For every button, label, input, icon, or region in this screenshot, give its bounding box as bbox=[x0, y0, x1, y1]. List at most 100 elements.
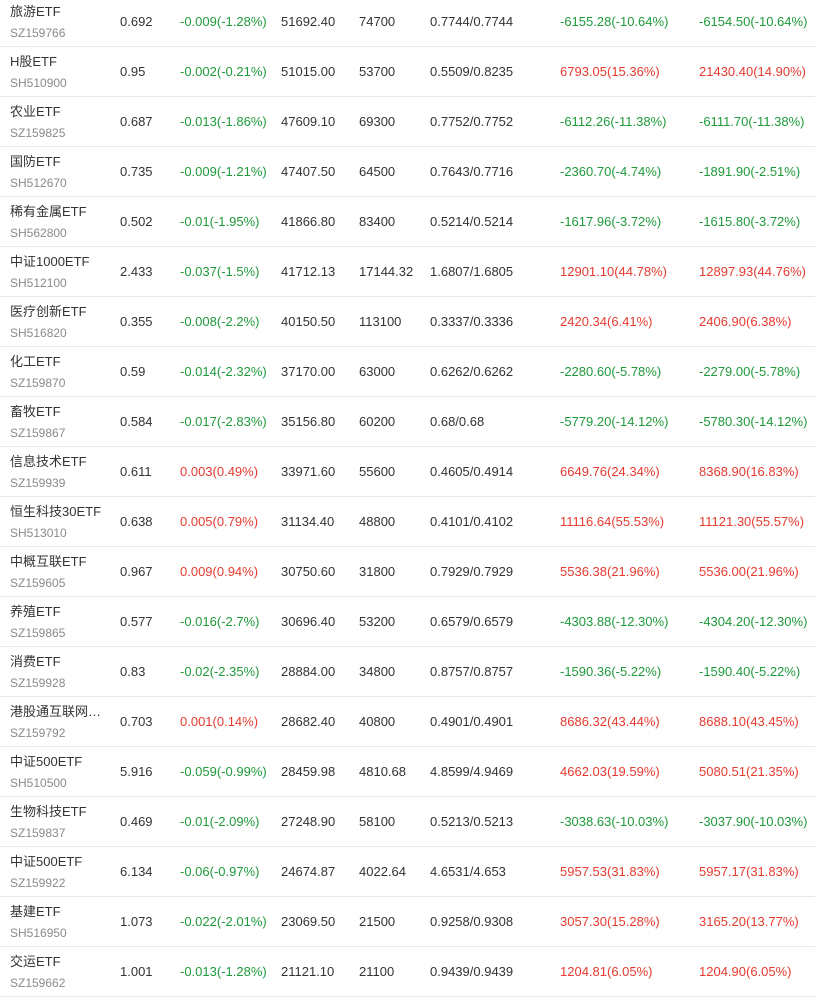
cost-cell: 0.9439/0.9439 bbox=[430, 964, 514, 979]
fund-code: SZ159837 bbox=[10, 826, 66, 840]
fund-name-cell[interactable]: 稀有金属ETF SH562800 bbox=[10, 202, 110, 242]
fund-name-cell[interactable]: 中证500ETF SH510500 bbox=[10, 752, 110, 792]
fund-name-cell[interactable]: 中证500ETF SZ159922 bbox=[10, 852, 110, 892]
table-row[interactable]: 生物科技ETF SZ159837 0.469 -0.01(-2.09%) 27248.9… bbox=[0, 797, 815, 847]
table-row[interactable]: H股ETF SH510900 0.95 -0.002(-0.21%) 51015.00 5… bbox=[0, 47, 815, 97]
fund-name-cell[interactable]: 国防ETF SH512670 bbox=[10, 152, 110, 192]
table-row[interactable]: 稀有金属ETF SH562800 0.502 -0.01(-1.95%) 41866.8… bbox=[0, 197, 815, 247]
fund-name: 基建ETF bbox=[10, 904, 61, 919]
shares-cell: 40800 bbox=[359, 714, 396, 729]
total-profit-loss-cell: -4304.20(-12.30%) bbox=[699, 614, 808, 629]
profit-loss-cell: -4303.88(-12.30%) bbox=[560, 614, 669, 629]
cost-cell: 4.6531/4.653 bbox=[430, 864, 506, 879]
fund-code: SZ159870 bbox=[10, 376, 66, 390]
cost-cell: 1.6807/1.6805 bbox=[430, 264, 514, 279]
table-row[interactable]: 中概互联ETF SZ159605 0.967 0.009(0.94%) 30750.60… bbox=[0, 547, 815, 597]
shares-cell: 17144.32 bbox=[359, 264, 414, 279]
fund-name: 恒生科技30ETF bbox=[10, 504, 102, 519]
profit-loss-cell: 4662.03(19.59%) bbox=[560, 764, 660, 779]
fund-code: SZ159662 bbox=[10, 976, 66, 990]
price-cell: 1.073 bbox=[120, 914, 153, 929]
fund-name-cell[interactable]: 化工ETF SZ159870 bbox=[10, 352, 110, 392]
total-profit-loss-cell: 21430.40(14.90%) bbox=[699, 64, 806, 79]
fund-name-cell[interactable]: 基建ETF SH516950 bbox=[10, 902, 110, 942]
table-row[interactable]: 消费ETF SZ159928 0.83 -0.02(-2.35%) 28884.00 34… bbox=[0, 647, 815, 697]
table-row[interactable]: 中证500ETF SH510500 5.916 -0.059(-0.99%) 28459… bbox=[0, 747, 815, 797]
fund-name-cell[interactable]: 交运ETF SZ159662 bbox=[10, 952, 110, 992]
cost-cell: 0.4605/0.4914 bbox=[430, 464, 514, 479]
market-value-cell: 47407.50 bbox=[281, 164, 336, 179]
fund-name: 化工ETF bbox=[10, 354, 61, 369]
table-row[interactable]: 医疗创新ETF SH516820 0.355 -0.008(-2.2%) 40150.5… bbox=[0, 297, 815, 347]
table-row[interactable]: 交运ETF SZ159662 1.001 -0.013(-1.28%) 21121.10… bbox=[0, 947, 815, 997]
table-row[interactable]: 养殖ETF SZ159865 0.577 -0.016(-2.7%) 30696.40 5… bbox=[0, 597, 815, 647]
table-row[interactable]: 信息技术ETF SZ159939 0.611 0.003(0.49%) 33971.60… bbox=[0, 447, 815, 497]
market-value-cell: 30696.40 bbox=[281, 614, 336, 629]
fund-code: SH516950 bbox=[10, 926, 67, 940]
table-row[interactable]: 旅游ETF SZ159766 0.692 -0.009(-1.28%) 51692.40… bbox=[0, 0, 815, 47]
fund-code: SZ159825 bbox=[10, 126, 66, 140]
fund-code: SZ159928 bbox=[10, 676, 66, 690]
shares-cell: 31800 bbox=[359, 564, 396, 579]
market-value-cell: 35156.80 bbox=[281, 414, 336, 429]
fund-name-cell[interactable]: 消费ETF SZ159928 bbox=[10, 652, 110, 692]
table-row[interactable]: 中证1000ETF SH512100 2.433 -0.037(-1.5%) 41712… bbox=[0, 247, 815, 297]
fund-name-cell[interactable]: 医疗创新ETF SH516820 bbox=[10, 302, 110, 342]
price-cell: 0.95 bbox=[120, 64, 146, 79]
profit-loss-cell: 1204.81(6.05%) bbox=[560, 964, 653, 979]
price-cell: 1.001 bbox=[120, 964, 153, 979]
profit-loss-cell: -1590.36(-5.22%) bbox=[560, 664, 662, 679]
cost-cell: 0.4901/0.4901 bbox=[430, 714, 514, 729]
profit-loss-cell: -5779.20(-14.12%) bbox=[560, 414, 669, 429]
market-value-cell: 41712.13 bbox=[281, 264, 336, 279]
fund-code: SZ159865 bbox=[10, 626, 66, 640]
market-value-cell: 37170.00 bbox=[281, 364, 336, 379]
price-cell: 0.469 bbox=[120, 814, 153, 829]
table-row[interactable]: 畜牧ETF SZ159867 0.584 -0.017(-2.83%) 35156.80… bbox=[0, 397, 815, 447]
market-value-cell: 51015.00 bbox=[281, 64, 336, 79]
shares-cell: 21500 bbox=[359, 914, 396, 929]
profit-loss-cell: 5957.53(31.83%) bbox=[560, 864, 660, 879]
fund-name-cell[interactable]: 中证1000ETF SH512100 bbox=[10, 252, 110, 292]
fund-name-cell[interactable]: 畜牧ETF SZ159867 bbox=[10, 402, 110, 442]
change-cell: -0.02(-2.35%) bbox=[180, 664, 260, 679]
market-value-cell: 31134.40 bbox=[281, 514, 335, 529]
change-cell: -0.01(-2.09%) bbox=[180, 814, 260, 829]
fund-name-cell[interactable]: 养殖ETF SZ159865 bbox=[10, 602, 110, 642]
price-cell: 5.916 bbox=[120, 764, 153, 779]
fund-name-cell[interactable]: H股ETF SH510900 bbox=[10, 52, 110, 92]
fund-name-cell[interactable]: 中概互联ETF SZ159605 bbox=[10, 552, 110, 592]
change-cell: 0.001(0.14%) bbox=[180, 714, 259, 729]
fund-code: SH516820 bbox=[10, 326, 67, 340]
profit-loss-cell: 6793.05(15.36%) bbox=[560, 64, 660, 79]
fund-name-cell[interactable]: 旅游ETF SZ159766 bbox=[10, 2, 110, 42]
cost-cell: 0.5509/0.8235 bbox=[430, 64, 514, 79]
fund-name-cell[interactable]: 恒生科技30ETF SH513010 bbox=[10, 502, 110, 542]
fund-code: SZ159605 bbox=[10, 576, 66, 590]
cost-cell: 4.8599/4.9469 bbox=[430, 764, 514, 779]
market-value-cell: 24674.87 bbox=[281, 864, 336, 879]
cost-cell: 0.3337/0.3336 bbox=[430, 314, 514, 329]
market-value-cell: 28884.00 bbox=[281, 664, 336, 679]
change-cell: 0.003(0.49%) bbox=[180, 464, 259, 479]
shares-cell: 48800 bbox=[359, 514, 396, 529]
table-row[interactable]: 中证500ETF SZ159922 6.134 -0.06(-0.97%) 24674.… bbox=[0, 847, 815, 897]
price-cell: 6.134 bbox=[120, 864, 153, 879]
fund-name-cell[interactable]: 港股通互联网… SZ159792 bbox=[10, 702, 110, 742]
cost-cell: 0.7929/0.7929 bbox=[430, 564, 514, 579]
price-cell: 0.967 bbox=[120, 564, 153, 579]
fund-name-cell[interactable]: 信息技术ETF SZ159939 bbox=[10, 452, 110, 492]
change-cell: -0.002(-0.21%) bbox=[180, 64, 267, 79]
total-profit-loss-cell: -6154.50(-10.64%) bbox=[699, 14, 808, 29]
table-row[interactable]: 基建ETF SH516950 1.073 -0.022(-2.01%) 23069.50… bbox=[0, 897, 815, 947]
table-row[interactable]: 港股通互联网… SZ159792 0.703 0.001(0.14%) 28682.40… bbox=[0, 697, 815, 747]
table-row[interactable]: 恒生科技30ETF SH513010 0.638 0.005(0.79%) 31134.… bbox=[0, 497, 815, 547]
fund-name-cell[interactable]: 生物科技ETF SZ159837 bbox=[10, 802, 110, 842]
total-profit-loss-cell: 5080.51(21.35%) bbox=[699, 764, 799, 779]
profit-loss-cell: 5536.38(21.96%) bbox=[560, 564, 660, 579]
table-row[interactable]: 国防ETF SH512670 0.735 -0.009(-1.21%) 47407.50… bbox=[0, 147, 815, 197]
table-row[interactable]: 化工ETF SZ159870 0.59 -0.014(-2.32%) 37170.00 6… bbox=[0, 347, 815, 397]
fund-name-cell[interactable]: 农业ETF SZ159825 bbox=[10, 102, 110, 142]
table-row[interactable]: 农业ETF SZ159825 0.687 -0.013(-1.86%) 47609.10… bbox=[0, 97, 815, 147]
shares-cell: 113100 bbox=[359, 314, 402, 329]
